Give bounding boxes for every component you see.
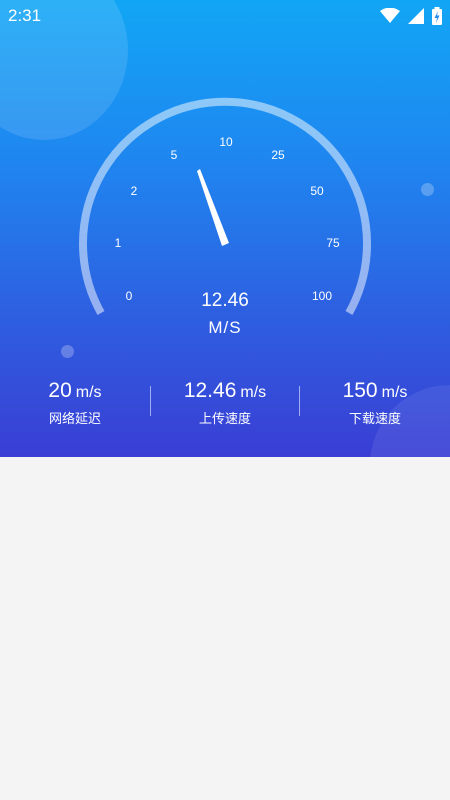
stat-label: 下载速度 bbox=[348, 411, 401, 426]
stat-value: 12.46 bbox=[183, 379, 237, 402]
stat-upload: 12.46 m/s 上传速度 bbox=[150, 378, 300, 428]
stat-unit: m/s bbox=[240, 384, 267, 401]
gauge-tick-label: 10 bbox=[219, 135, 233, 149]
stats-divider bbox=[150, 386, 151, 416]
current-speed-unit: M/S bbox=[208, 318, 242, 337]
stats-row: 20 m/s 网络延迟 12.46 m/s 上传速度 150 m/s 下载速度 bbox=[0, 378, 450, 428]
gauge-tick-label: 50 bbox=[310, 184, 324, 198]
speed-test-panel: 2:31 0 1 2 5 10 25 50 75 100 12.46 M/S 2… bbox=[0, 0, 450, 457]
stat-label: 上传速度 bbox=[198, 411, 251, 426]
stat-latency: 20 m/s 网络延迟 bbox=[0, 378, 150, 428]
gauge-tick-label: 25 bbox=[271, 148, 285, 162]
gauge-arc bbox=[79, 97, 371, 315]
gauge-tick-label: 2 bbox=[131, 184, 138, 198]
stats-divider bbox=[299, 386, 300, 416]
stat-label: 网络延迟 bbox=[48, 411, 101, 426]
gauge-tick-label: 5 bbox=[171, 148, 178, 162]
stat-unit: m/s bbox=[75, 384, 102, 401]
gauge-needle bbox=[197, 169, 229, 246]
gauge-tick-label: 75 bbox=[326, 236, 340, 250]
stat-value: 150 bbox=[342, 379, 378, 402]
current-speed-value: 12.46 bbox=[201, 290, 249, 311]
stat-download: 150 m/s 下载速度 bbox=[300, 378, 450, 428]
stat-value: 20 bbox=[48, 379, 72, 402]
stat-unit: m/s bbox=[381, 384, 408, 401]
gauge-tick-label: 1 bbox=[115, 236, 122, 250]
content-area bbox=[0, 457, 450, 800]
